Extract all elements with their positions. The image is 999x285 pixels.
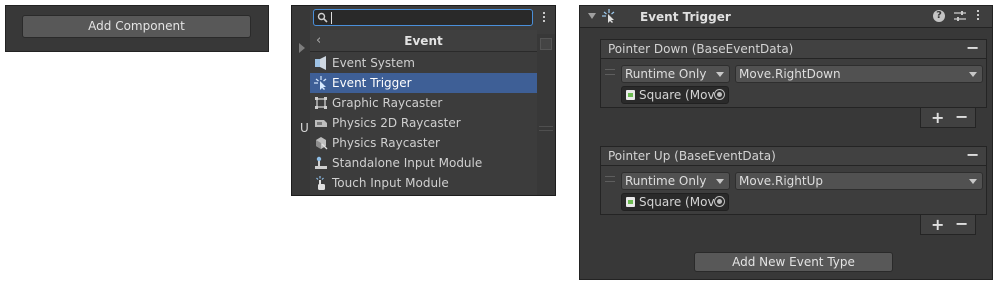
- object-field-value: Square (Mov: [639, 88, 714, 102]
- event-header-label: Pointer Down (BaseEventData): [608, 42, 794, 56]
- event-body: Runtime Only Move.RightDown Square (Mov: [600, 58, 987, 108]
- list-item-physics-raycaster[interactable]: Physics Raycaster: [310, 133, 537, 153]
- event-header: Pointer Up (BaseEventData) −: [600, 145, 987, 166]
- remove-listener-button[interactable]: −: [955, 107, 968, 126]
- event-trigger-inspector: Event Trigger ? Pointer Down (BaseEventD…: [579, 5, 993, 280]
- standalone-input-module-icon: [315, 156, 327, 169]
- remove-event-button[interactable]: −: [966, 145, 979, 164]
- touch-input-module-icon: [316, 176, 325, 190]
- event-body: Runtime Only Move.RightUp Square (Mov: [600, 165, 987, 215]
- help-icon[interactable]: ?: [933, 10, 945, 22]
- list-item-physics-2d-raycaster[interactable]: Physics 2D Raycaster: [310, 113, 537, 133]
- function-dropdown[interactable]: Move.RightUp: [735, 172, 983, 190]
- gameobject-icon: [626, 90, 635, 100]
- category-title: Event: [404, 34, 443, 48]
- add-listener-button[interactable]: +: [931, 215, 944, 234]
- inspector-side-button[interactable]: [540, 38, 552, 50]
- add-new-event-type-button[interactable]: Add New Event Type: [694, 252, 893, 272]
- runtime-dropdown[interactable]: Runtime Only: [621, 172, 730, 190]
- list-item-graphic-raycaster[interactable]: Graphic Raycaster: [310, 93, 537, 113]
- drag-handle-icon[interactable]: [605, 69, 615, 75]
- presets-icon[interactable]: [953, 9, 967, 23]
- component-titlebar: Event Trigger ?: [580, 6, 992, 28]
- list-item-label: Touch Input Module: [332, 176, 449, 190]
- event-header: Pointer Down (BaseEventData) −: [600, 38, 987, 59]
- add-listener-button[interactable]: +: [931, 108, 944, 127]
- list-item-touch-input-module[interactable]: Touch Input Module: [310, 173, 537, 193]
- list-item-label: Event System: [332, 56, 415, 70]
- dropdown-arrow-icon: [969, 179, 977, 184]
- dropdown-arrow-icon: [969, 72, 977, 77]
- search-icon: [317, 12, 328, 23]
- object-field[interactable]: Square (Mov: [621, 86, 729, 104]
- search-input[interactable]: [313, 9, 533, 26]
- drag-handle-icon[interactable]: [605, 176, 615, 182]
- object-picker-icon[interactable]: [714, 196, 725, 207]
- listener-footer: + −: [920, 107, 976, 128]
- dropdown-arrow-icon: [716, 72, 724, 77]
- function-value: Move.RightUp: [739, 174, 823, 188]
- side-letter: U: [300, 121, 309, 135]
- event-header-label: Pointer Up (BaseEventData): [608, 149, 776, 163]
- list-item-standalone-input-module[interactable]: Standalone Input Module: [310, 153, 537, 173]
- list-item-label: Physics 2D Raycaster: [332, 116, 461, 130]
- graphic-raycaster-icon: [315, 97, 327, 109]
- component-picker-panel: U ‹ Event Event System Event Trigger Gra…: [291, 5, 556, 196]
- gameobject-icon: [626, 197, 635, 207]
- kebab-menu-icon[interactable]: [542, 12, 546, 25]
- add-component-button[interactable]: Add Component: [22, 15, 251, 38]
- inspector-right-strip: [537, 34, 555, 195]
- divider: [539, 130, 553, 131]
- dropdown-arrow-icon: [716, 179, 724, 184]
- event-trigger-icon: [602, 9, 615, 23]
- function-dropdown[interactable]: Move.RightDown: [735, 65, 983, 83]
- kebab-menu-icon[interactable]: [976, 10, 980, 24]
- remove-event-button[interactable]: −: [966, 38, 979, 57]
- remove-listener-button[interactable]: −: [955, 214, 968, 233]
- object-field[interactable]: Square (Mov: [621, 193, 729, 211]
- expand-arrow-icon: [299, 43, 305, 53]
- event-trigger-icon: [314, 76, 327, 90]
- list-item-label: Standalone Input Module: [332, 156, 483, 170]
- list-item-event-trigger[interactable]: Event Trigger: [310, 73, 537, 93]
- runtime-value: Runtime Only: [625, 174, 707, 188]
- divider: [539, 126, 553, 127]
- text-caret: [331, 12, 332, 24]
- physics-2d-raycaster-icon: [315, 120, 327, 127]
- event-system-icon: [315, 56, 326, 70]
- fold-arrow-icon[interactable]: [588, 13, 596, 19]
- component-list: Event System Event Trigger Graphic Rayca…: [310, 53, 537, 193]
- listener-footer: + −: [920, 214, 976, 235]
- add-component-panel: Add Component: [5, 5, 269, 52]
- list-item-label: Graphic Raycaster: [332, 96, 443, 110]
- category-header: ‹ Event: [310, 30, 537, 52]
- object-picker-icon[interactable]: [714, 89, 725, 100]
- list-item-event-system[interactable]: Event System: [310, 53, 537, 73]
- object-field-value: Square (Mov: [639, 195, 714, 209]
- function-value: Move.RightDown: [739, 67, 841, 81]
- list-item-label: Physics Raycaster: [332, 136, 440, 150]
- inspector-side-strip: [292, 6, 310, 195]
- runtime-dropdown[interactable]: Runtime Only: [621, 65, 730, 83]
- list-item-label: Event Trigger: [332, 76, 412, 90]
- runtime-value: Runtime Only: [625, 67, 707, 81]
- component-title: Event Trigger: [640, 10, 731, 24]
- physics-raycaster-icon: [316, 137, 328, 150]
